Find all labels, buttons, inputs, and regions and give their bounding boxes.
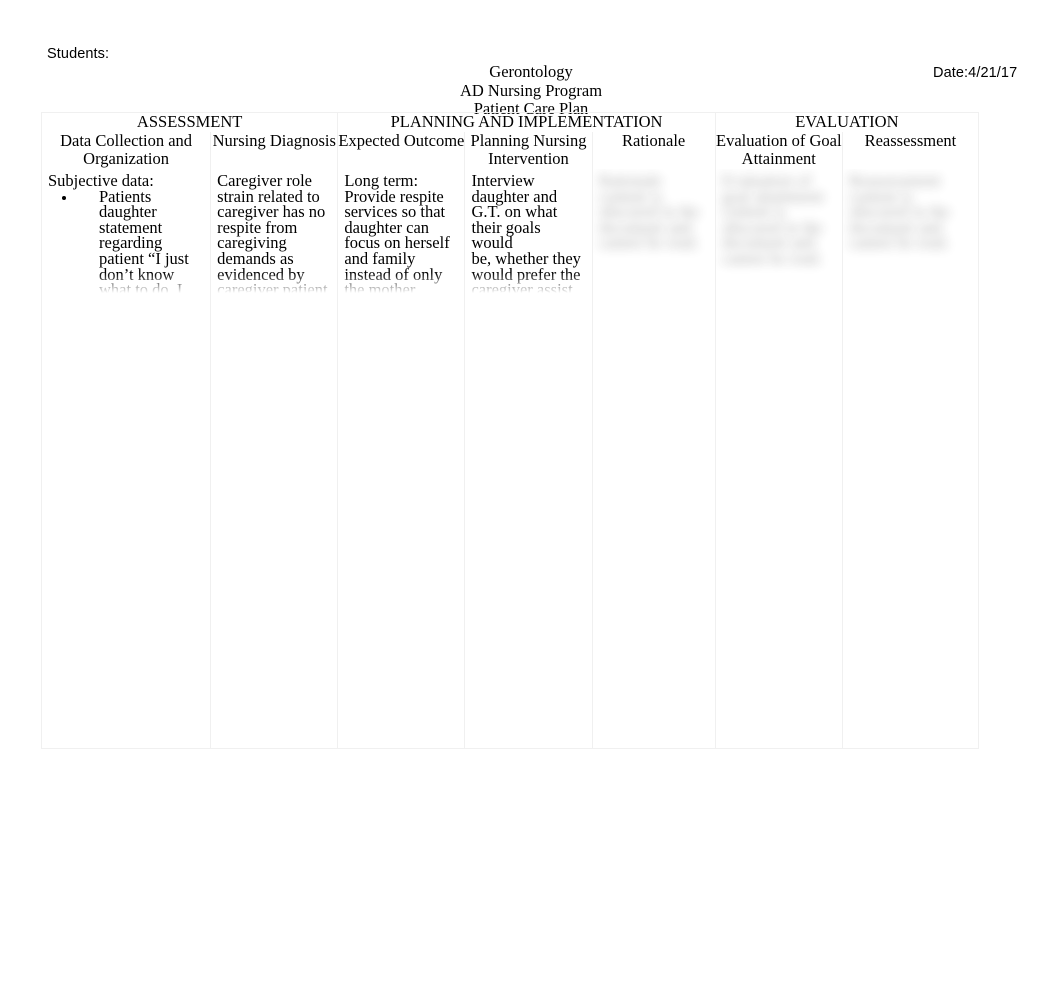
column-header-nursing-diagnosis: Nursing Diagnosis	[210, 132, 339, 169]
column-header-planning-nursing-intervention: Planning Nursing Intervention	[464, 132, 593, 169]
cell-nursing-diagnosis[interactable]: Caregiver role strain related to caregiv…	[210, 168, 339, 749]
care-plan-table-container: ASSESSMENT PLANNING AND IMPLEMENTATION E…	[40, 112, 980, 749]
column-header-rationale: Rationale	[591, 132, 716, 169]
cell-data-collection-content: Subjective data: Patients daughter state…	[42, 169, 210, 295]
column-header-data-collection: Data Collection and Organization	[40, 132, 212, 169]
expected-outcome-long-term-cont: focus on herself and family instead of o…	[344, 233, 450, 295]
cell-expected-outcome[interactable]: Long term: Provide respite services so t…	[337, 168, 466, 749]
list-item: Patients daughter statement regarding pa…	[77, 188, 204, 295]
expected-outcome-long-term: Long term: Provide respite services so t…	[344, 170, 446, 237]
cell-planning-nursing-intervention[interactable]: Interview daughter and G.T. on what thei…	[464, 168, 593, 749]
page-header: Students: Date:4/21/17 Gerontology AD Nu…	[0, 0, 1062, 118]
cell-reassessment-redacted-content: Reassessment content is obscured in the …	[843, 169, 978, 289]
subjective-data-list: Patients daughter statement regarding pa…	[48, 188, 204, 295]
nursing-diagnosis-paragraph-1: Caregiver role strain related to caregiv…	[217, 170, 326, 237]
cell-planning-nursing-intervention-content: Interview daughter and G.T. on what thei…	[465, 169, 591, 295]
planning-intervention-paragraph-1: Interview daughter and G.T. on what thei…	[471, 170, 558, 253]
cell-rationale-redacted-content: Rationale content is obscured in the doc…	[593, 169, 715, 341]
cell-reassessment[interactable]: Reassessment content is obscured in the …	[841, 168, 980, 749]
group-header-evaluation: EVALUATION	[714, 112, 980, 133]
cell-data-collection[interactable]: Subjective data: Patients daughter state…	[40, 168, 212, 749]
cell-rationale[interactable]: Rationale content is obscured in the doc…	[591, 168, 716, 749]
document-title-block: Gerontology AD Nursing Program Patient C…	[0, 62, 1062, 119]
table-group-header-row: ASSESSMENT PLANNING AND IMPLEMENTATION E…	[40, 112, 980, 133]
column-header-reassessment: Reassessment	[841, 132, 980, 169]
table-column-header-row: Data Collection and Organization Nursing…	[40, 131, 980, 169]
reassessment-redacted-text: Reassessment content is obscured in the …	[848, 170, 950, 253]
cell-evaluation-of-goal-attainment-redacted-content: Evaluation of goal attainment content is…	[716, 169, 842, 289]
cell-evaluation-of-goal-attainment[interactable]: Evaluation of goal attainment content is…	[714, 168, 843, 749]
group-header-assessment: ASSESSMENT	[40, 112, 339, 133]
cell-nursing-diagnosis-content: Caregiver role strain related to caregiv…	[211, 169, 337, 295]
care-plan-table: ASSESSMENT PLANNING AND IMPLEMENTATION E…	[40, 112, 980, 749]
table-row: Subjective data: Patients daughter state…	[40, 168, 980, 749]
group-header-planning-and-implementation: PLANNING AND IMPLEMENTATION	[337, 112, 716, 133]
column-header-evaluation-of-goal-attainment: Evaluation of Goal Attainment	[714, 131, 843, 169]
planning-intervention-paragraph-2: be, whether they would prefer the caregi…	[471, 248, 581, 295]
nursing-diagnosis-paragraph-2: caregiving demands as evidenced by careg…	[217, 233, 328, 295]
rationale-redacted-text: Rationale content is obscured in the doc…	[598, 170, 700, 253]
title-line-program: AD Nursing Program	[459, 80, 603, 100]
evaluation-goal-attainment-redacted-text: Evaluation of goal attainment content is…	[721, 170, 824, 268]
column-header-expected-outcome: Expected Outcome	[337, 132, 466, 169]
title-line-gerontology: Gerontology	[489, 62, 573, 81]
cell-expected-outcome-content: Long term: Provide respite services so t…	[338, 169, 464, 295]
students-label: Students:	[47, 46, 110, 62]
